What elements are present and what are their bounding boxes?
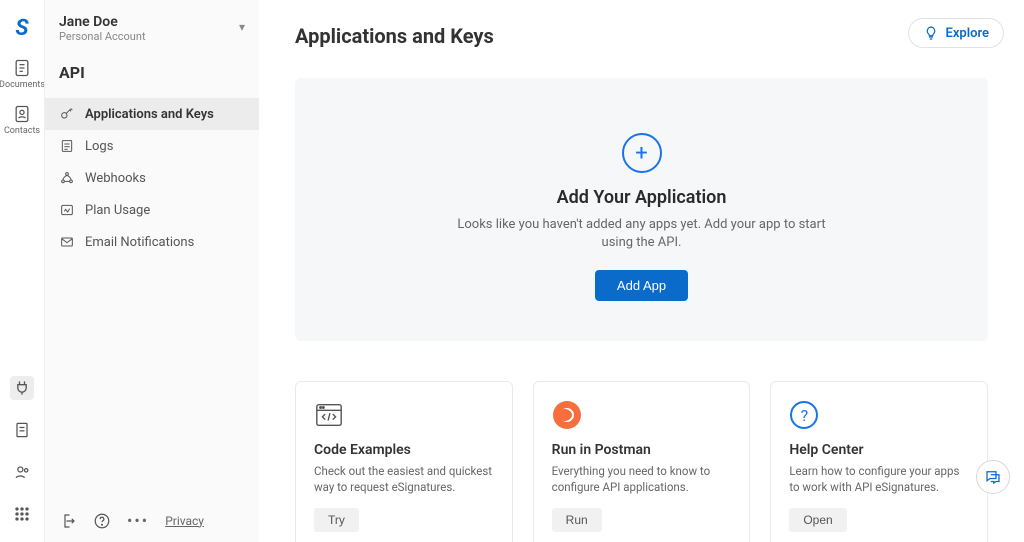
explore-button[interactable]: Explore <box>908 18 1004 48</box>
sidebar-section-title: API <box>45 53 259 98</box>
rail-item-label: Documents <box>0 80 45 90</box>
cards-row: Code Examples Check out the easiest and … <box>295 381 988 542</box>
plus-circle-icon: + <box>622 133 662 173</box>
hero-title: Add Your Application <box>325 187 958 208</box>
apps-grid-icon[interactable] <box>10 502 34 526</box>
card-help-center: ? Help Center Learn how to configure you… <box>770 381 988 542</box>
code-window-icon <box>314 400 344 430</box>
postman-icon <box>552 400 582 430</box>
page-icon[interactable] <box>10 418 34 442</box>
sidebar-item-label: Logs <box>85 139 113 154</box>
card-title: Code Examples <box>314 442 494 458</box>
hero-panel: + Add Your Application Looks like you ha… <box>295 78 988 341</box>
account-name: Jane Doe <box>59 14 243 30</box>
sidebar-item-label: Webhooks <box>85 171 146 186</box>
key-icon <box>59 106 75 122</box>
sidebar: Jane Doe Personal Account ▾ API Applicat… <box>44 0 259 542</box>
plan-usage-icon <box>59 202 75 218</box>
account-switcher[interactable]: Jane Doe Personal Account ▾ <box>45 0 259 53</box>
rail-item-label: Contacts <box>4 126 40 136</box>
hero-body: Looks like you haven't added any apps ye… <box>447 216 837 252</box>
email-icon <box>59 234 75 250</box>
help-icon[interactable] <box>93 512 111 530</box>
sidebar-item-logs[interactable]: Logs <box>45 130 259 162</box>
contacts-icon <box>12 104 32 124</box>
card-action-open[interactable]: Open <box>789 508 846 532</box>
card-body: Everything you need to know to configure… <box>552 463 732 495</box>
card-title: Run in Postman <box>552 442 732 458</box>
sidebar-footer: ••• Privacy <box>45 499 259 542</box>
manage-users-icon[interactable] <box>10 460 34 484</box>
card-postman: Run in Postman Everything you need to kn… <box>533 381 751 542</box>
main-content: Applications and Keys Explore + Add Your… <box>259 0 1024 542</box>
rail-item-contacts[interactable]: Contacts <box>4 104 40 136</box>
sidebar-item-label: Email Notifications <box>85 235 194 250</box>
add-app-button[interactable]: Add App <box>595 270 688 301</box>
logs-icon <box>59 138 75 154</box>
sidebar-item-applications-keys[interactable]: Applications and Keys <box>45 98 259 130</box>
card-action-try[interactable]: Try <box>314 508 359 532</box>
more-icon[interactable]: ••• <box>127 511 149 530</box>
privacy-link[interactable]: Privacy <box>165 514 204 528</box>
account-subtitle: Personal Account <box>59 30 243 43</box>
page-title: Applications and Keys <box>295 24 988 48</box>
document-icon <box>12 58 32 78</box>
chat-launcher[interactable] <box>976 460 1010 494</box>
sidebar-menu: Applications and Keys Logs Webhooks Plan… <box>45 98 259 258</box>
sidebar-item-label: Applications and Keys <box>85 107 214 122</box>
chevron-down-icon: ▾ <box>239 20 245 34</box>
explore-label: Explore <box>945 26 989 41</box>
rail-item-documents[interactable]: Documents <box>0 58 45 90</box>
sidebar-item-email-notifications[interactable]: Email Notifications <box>45 226 259 258</box>
logo[interactable]: S <box>6 12 38 44</box>
card-action-run[interactable]: Run <box>552 508 602 532</box>
plug-icon[interactable] <box>10 376 34 400</box>
left-rail: S Documents Contacts <box>0 0 44 542</box>
question-circle-icon: ? <box>789 400 819 430</box>
card-body: Check out the easiest and quickest way t… <box>314 463 494 495</box>
sidebar-item-label: Plan Usage <box>85 203 150 218</box>
card-title: Help Center <box>789 442 969 458</box>
logout-icon[interactable] <box>59 512 77 530</box>
card-body: Learn how to configure your apps to work… <box>789 463 969 495</box>
rail-footer <box>10 376 34 542</box>
sidebar-item-plan-usage[interactable]: Plan Usage <box>45 194 259 226</box>
lightbulb-icon <box>923 25 939 41</box>
sidebar-item-webhooks[interactable]: Webhooks <box>45 162 259 194</box>
chat-icon <box>984 468 1002 486</box>
card-code-examples: Code Examples Check out the easiest and … <box>295 381 513 542</box>
webhooks-icon <box>59 170 75 186</box>
